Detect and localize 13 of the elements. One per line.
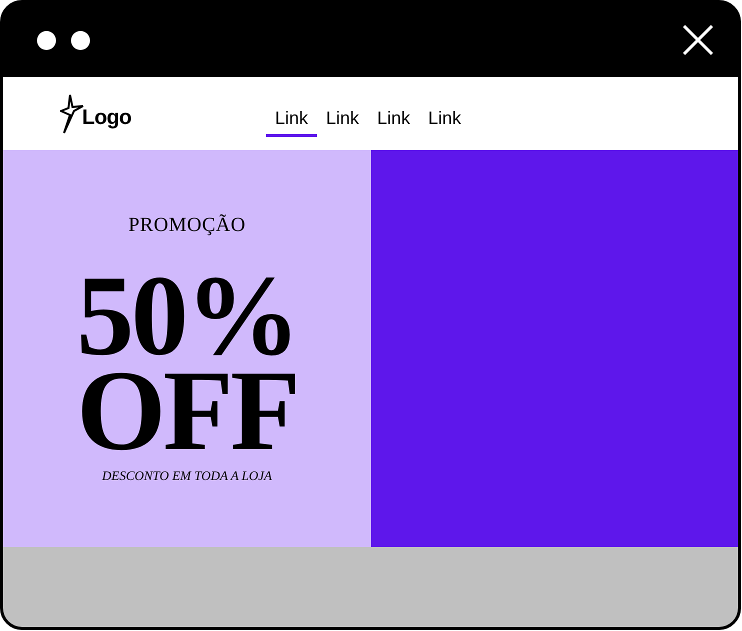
close-icon[interactable] [683,25,713,55]
nav-link[interactable]: Link [266,90,318,136]
logo-text[interactable]: Logo [82,104,132,130]
promo-tagline: DESCONTO EM TODA A LOJA [102,468,272,484]
promo-headline: 50% [76,268,298,363]
promo-eyebrow: PROMOÇÃO [128,213,246,237]
dot-icon[interactable] [71,30,90,50]
star-icon [60,94,84,134]
promo-headline: OFF [76,363,298,458]
nav-link[interactable]: Link [317,90,368,136]
nav-link[interactable]: Link [368,90,420,136]
dot-icon[interactable] [37,30,56,50]
nav-link[interactable]: Link [419,90,470,136]
